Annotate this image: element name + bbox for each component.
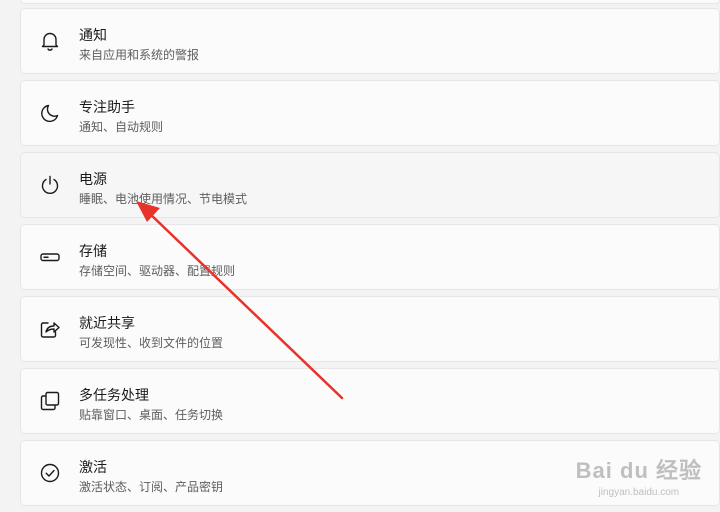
settings-item-description: 可发现性、收到文件的位置 [79,336,224,350]
settings-item-description: 通知、自动规则 [79,120,164,134]
settings-item-title: 存储 [79,243,107,259]
settings-item-title: 通知 [79,27,107,43]
settings-item-title: 专注助手 [79,99,135,115]
settings-item-power[interactable]: 电源 睡眠、电池使用情况、节电模式 [20,152,720,218]
watermark-logo-text: Bai du 经验 [575,458,702,483]
multitasking-icon [39,390,61,412]
settings-item-storage[interactable]: 存储 存储空间、驱动器、配置规则 [20,224,720,290]
settings-item-description: 激活状态、订阅、产品密钥 [79,480,224,494]
settings-item-title: 就近共享 [79,315,135,331]
settings-item-nearby-sharing[interactable]: 就近共享 可发现性、收到文件的位置 [20,296,720,362]
settings-item-title: 多任务处理 [79,387,149,403]
settings-item-description: 贴靠窗口、桌面、任务切换 [79,408,224,422]
settings-item-description: 存储空间、驱动器、配置规则 [79,264,236,278]
previous-card-edge [20,0,720,4]
settings-item-title: 激活 [79,459,107,475]
settings-item-description: 来自应用和系统的警报 [79,48,200,62]
share-icon [39,318,61,340]
settings-item-multitasking[interactable]: 多任务处理 贴靠窗口、桌面、任务切换 [20,368,720,434]
settings-item-focus-assist[interactable]: 专注助手 通知、自动规则 [20,80,720,146]
storage-drive-icon [39,246,61,268]
moon-icon [39,102,61,124]
power-icon [39,174,61,196]
settings-item-description: 睡眠、电池使用情况、节电模式 [79,192,248,206]
watermark-url: jingyan.baidu.com [598,487,680,498]
settings-item-title: 电源 [79,171,107,187]
settings-item-notifications[interactable]: 通知 来自应用和系统的警报 [20,8,720,74]
checkmark-circle-icon [39,462,61,484]
bell-icon [39,30,61,52]
baidu-watermark: Bai du 经验 jingyan.baidu.com [576,453,702,498]
